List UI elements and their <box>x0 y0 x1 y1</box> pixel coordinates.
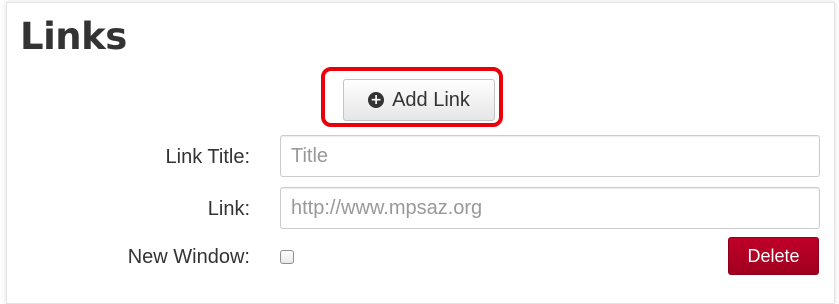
add-link-button[interactable]: + Add Link <box>343 79 495 121</box>
link-title-input[interactable] <box>280 135 820 177</box>
new-window-checkbox[interactable] <box>280 250 294 264</box>
link-url-input[interactable] <box>280 187 820 229</box>
delete-button[interactable]: Delete <box>728 237 819 275</box>
section-title: Links <box>20 15 127 58</box>
page: Links + Add Link Link Title: Link: New W… <box>0 0 839 304</box>
link-title-label: Link Title: <box>165 146 250 168</box>
add-link-button-label: Add Link <box>392 88 470 111</box>
plus-circle-icon: + <box>368 92 385 108</box>
link-label: Link: <box>207 198 250 220</box>
new-window-label: New Window: <box>127 246 250 268</box>
